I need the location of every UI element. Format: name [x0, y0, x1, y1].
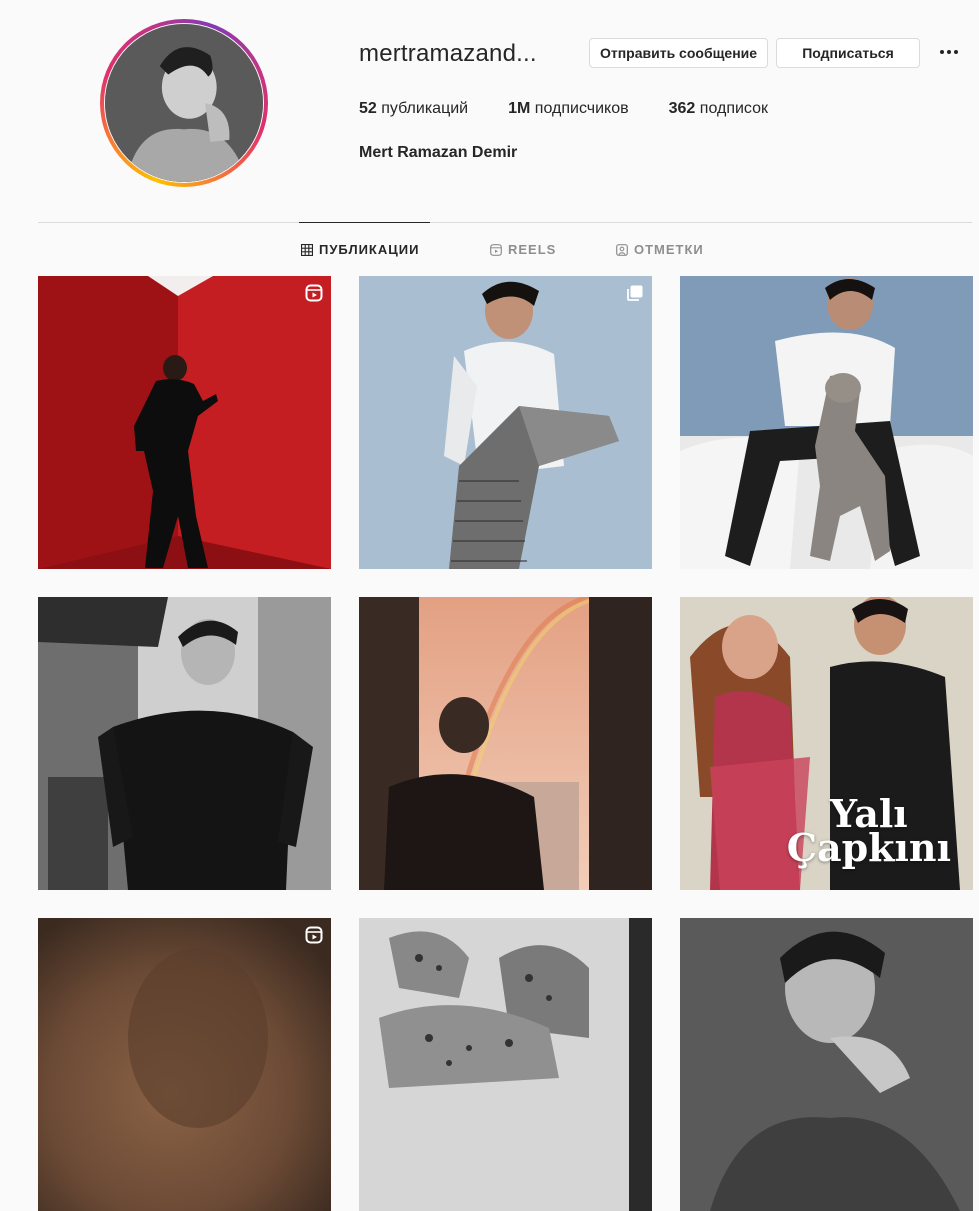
post-thumbnail[interactable]: [680, 918, 973, 1211]
post-thumbnail[interactable]: [680, 276, 973, 569]
carousel-badge-icon: [627, 285, 643, 301]
post-image-white-sweater: [359, 276, 652, 569]
grid-icon: [301, 243, 313, 256]
tabs-divider: [38, 222, 972, 223]
post-image-red-room: [38, 276, 331, 569]
avatar-portrait-image: [105, 24, 263, 182]
post-image-close-portrait: [680, 918, 973, 1211]
stat-followers[interactable]: 1M подписчиков: [508, 100, 629, 118]
stat-following-value: 362: [668, 100, 696, 117]
send-message-button[interactable]: Отправить сообщение: [589, 38, 768, 68]
reel-badge-icon: [305, 926, 323, 944]
tab-tagged-label: ОТМЕТКИ: [634, 242, 704, 257]
tab-tagged[interactable]: ОТМЕТКИ: [616, 242, 704, 257]
reels-icon: [490, 243, 502, 256]
tagged-icon: [616, 243, 628, 256]
tab-posts-label: ПУБЛИКАЦИИ: [319, 242, 420, 257]
reel-badge-icon: [305, 284, 323, 302]
post-thumbnail[interactable]: [359, 918, 652, 1211]
tab-reels[interactable]: REELS: [490, 242, 556, 257]
profile-full-name: Mert Ramazan Demir: [359, 144, 518, 161]
post-image-street-portrait: [38, 597, 331, 890]
post-image-man-with-dog: [680, 276, 973, 569]
follow-button[interactable]: Подписаться: [776, 38, 920, 68]
post-thumbnail[interactable]: Yalı Çapkını: [680, 597, 973, 890]
stat-posts: 52 публикаций: [359, 100, 468, 118]
stat-following[interactable]: 362 подписок: [669, 100, 768, 118]
stat-following-label: подписок: [699, 100, 769, 117]
post-thumbnail[interactable]: [38, 918, 331, 1211]
avatar-photo: [105, 24, 263, 182]
stat-followers-value: 1M: [508, 100, 531, 117]
stat-followers-label: подписчиков: [534, 100, 629, 117]
poster-title-line2: Çapkını: [786, 825, 951, 870]
post-thumbnail[interactable]: [359, 597, 652, 890]
profile-avatar[interactable]: [100, 19, 268, 187]
poster-title: Yalı Çapkını: [786, 795, 951, 870]
post-image-leopard-drawing: [359, 918, 652, 1211]
active-tab-indicator: [299, 222, 430, 223]
post-thumbnail[interactable]: [359, 276, 652, 569]
stat-posts-value: 52: [359, 100, 377, 117]
post-thumbnail[interactable]: [38, 276, 331, 569]
stat-posts-label: публикаций: [381, 100, 469, 117]
tab-posts[interactable]: ПУБЛИКАЦИИ: [301, 242, 419, 257]
more-options-icon[interactable]: [937, 42, 961, 62]
post-image-rainbow-window: [359, 597, 652, 890]
post-image-blurred-portrait: [38, 918, 331, 1211]
tab-reels-label: REELS: [508, 242, 557, 257]
profile-stats: 52 публикаций 1M подписчиков 362 подписо…: [359, 100, 808, 118]
post-thumbnail[interactable]: [38, 597, 331, 890]
profile-username: mertramazand...: [359, 40, 537, 67]
